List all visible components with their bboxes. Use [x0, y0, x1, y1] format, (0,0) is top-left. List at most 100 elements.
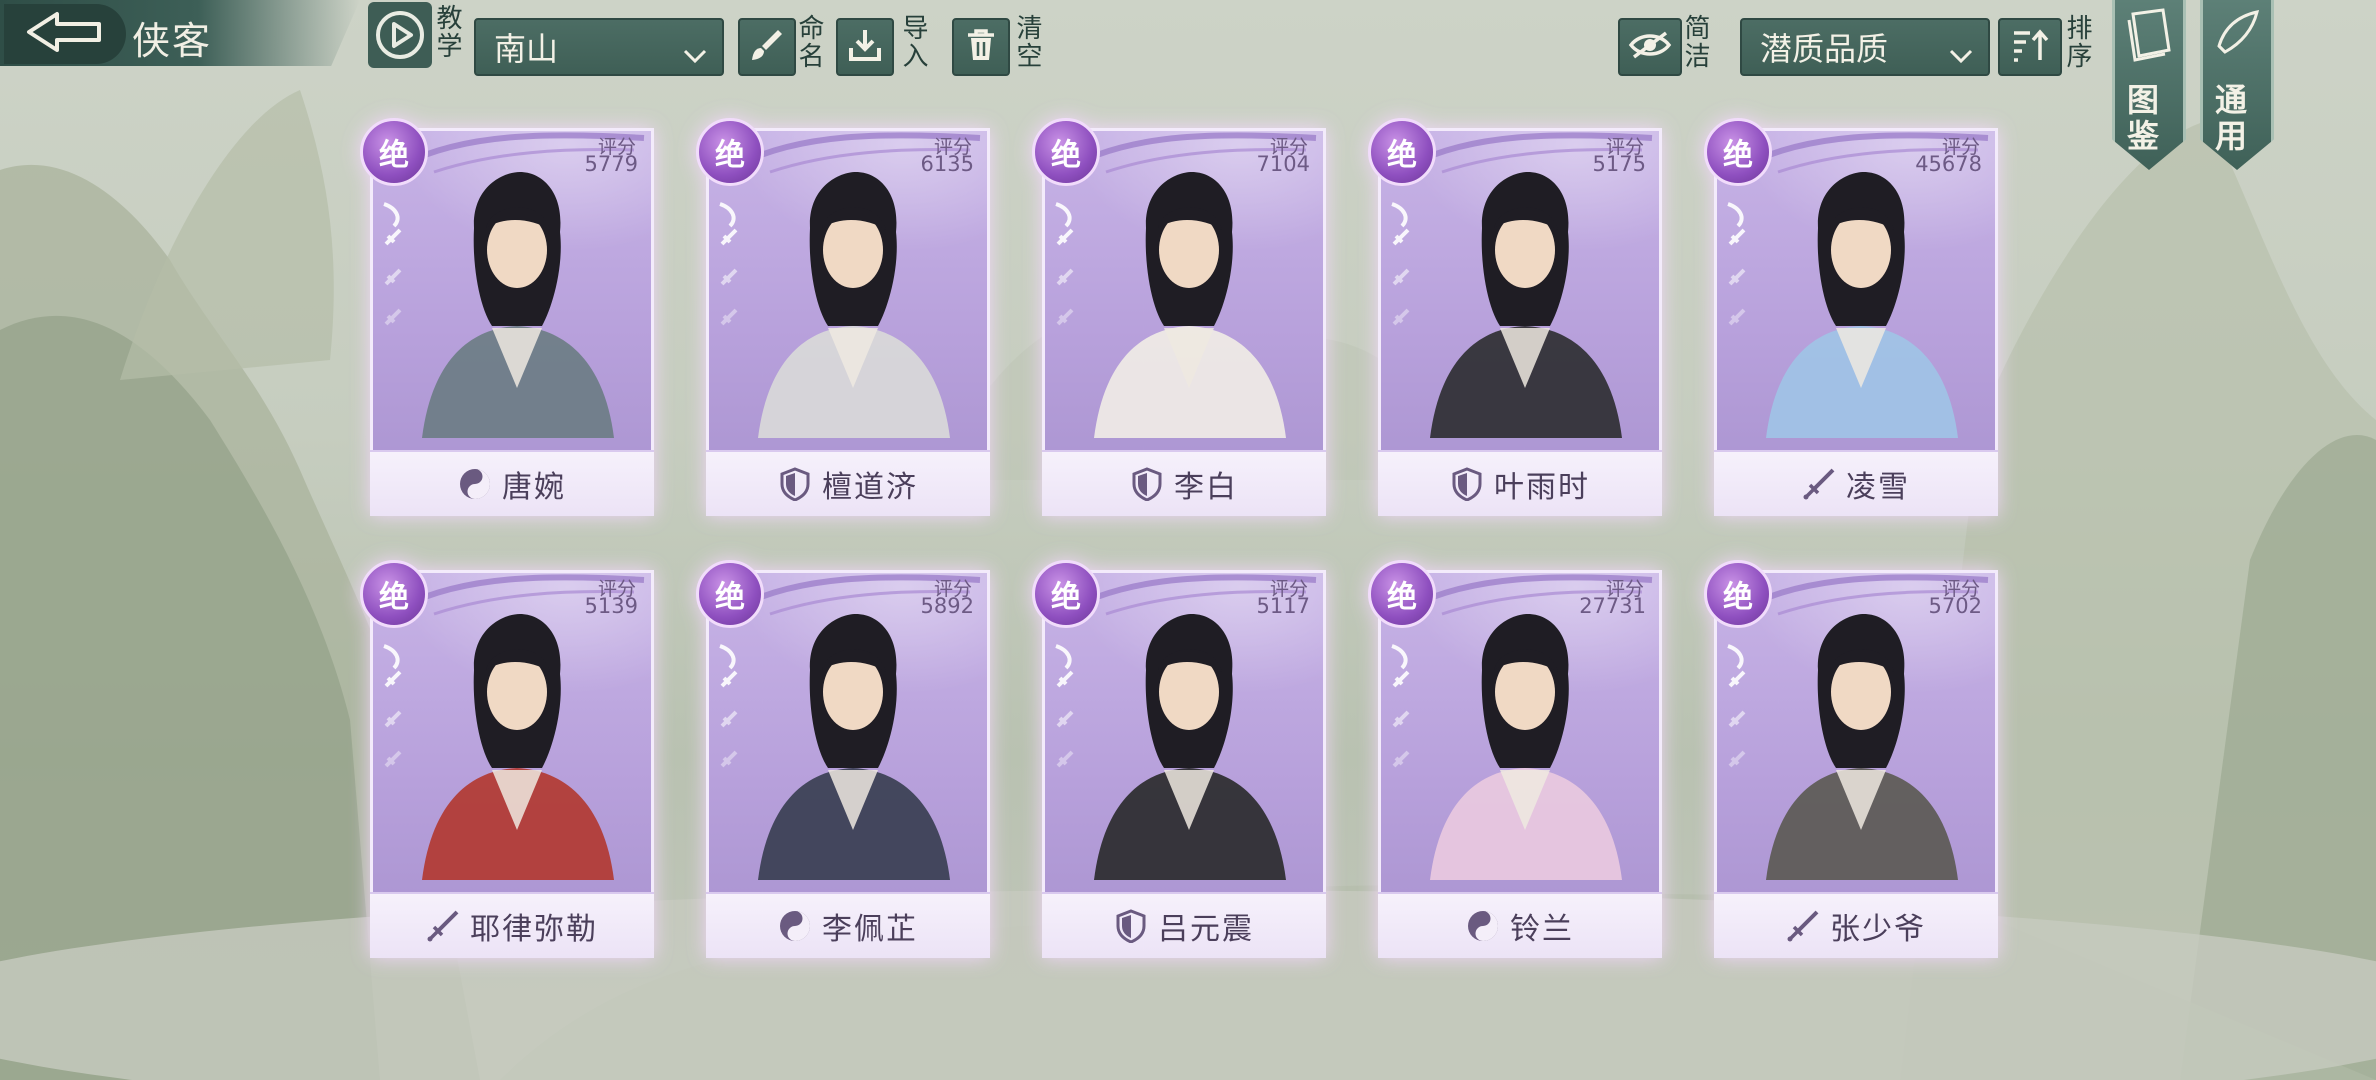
rename-label: 命名: [794, 14, 824, 70]
sort-select[interactable]: 潜质品质: [1740, 18, 1990, 76]
sort-label: 排序: [2062, 14, 2092, 70]
hero-name-bar: 唐婉: [370, 450, 654, 516]
general-banner-button[interactable]: 通用: [2200, 0, 2274, 170]
sword-rank-icon: [1055, 202, 1074, 326]
hero-portrait: [1766, 172, 1958, 438]
eye-slash-icon: [1628, 30, 1672, 64]
codex-label: 图鉴: [2127, 81, 2160, 155]
score-value: 5779: [584, 152, 638, 176]
hero-name-bar: 李白: [1042, 450, 1326, 516]
hero-portrait: [1094, 172, 1286, 438]
shield-icon: [778, 467, 812, 502]
trash-icon: [962, 26, 1000, 68]
hero-name: 凌雪: [1846, 470, 1910, 505]
hero-card[interactable]: 绝评分 5117 吕元震: [1032, 560, 1326, 958]
import-button[interactable]: [836, 18, 894, 76]
grade-badge: 绝: [360, 560, 428, 628]
codex-banner-button[interactable]: 图鉴: [2112, 0, 2186, 170]
hero-card[interactable]: 绝评分 6135 檀道济: [696, 118, 990, 516]
hero-portrait: [422, 172, 614, 438]
page-title: 侠客: [132, 19, 213, 63]
hero-name-bar: 凌雪: [1714, 450, 1998, 516]
hero-name: 李佩芷: [822, 912, 918, 947]
play-icon: [368, 2, 432, 68]
download-icon: [846, 26, 884, 68]
hero-card[interactable]: 绝评分 7104 李白: [1032, 118, 1326, 516]
hero-name: 唐婉: [502, 470, 566, 505]
hero-name-bar: 铃兰: [1378, 892, 1662, 958]
score-value: 27731: [1579, 594, 1646, 618]
hero-portrait: [1766, 614, 1958, 880]
score-value: 5175: [1592, 152, 1646, 176]
hero-name: 张少爷: [1830, 912, 1926, 947]
hero-card[interactable]: 绝评分 5139 耶律弥勒: [360, 560, 654, 958]
tutorial-button[interactable]: 教学: [368, 2, 464, 68]
score-value: 45678: [1915, 152, 1982, 176]
hero-card[interactable]: 绝评分 5779 唐婉: [360, 118, 654, 516]
taiji-icon: [778, 909, 812, 943]
sword-rank-icon: [383, 644, 402, 768]
grade-badge: 绝: [360, 118, 428, 186]
back-button[interactable]: [4, 4, 126, 64]
sword-rank-icon: [719, 202, 738, 326]
hero-name: 李白: [1174, 470, 1238, 505]
import-label: 导入: [898, 14, 928, 70]
hero-name-bar: 张少爷: [1714, 892, 1998, 958]
score-value: 5702: [1928, 594, 1982, 618]
grade-badge: 绝: [1032, 118, 1100, 186]
rename-button[interactable]: [738, 18, 796, 76]
grade-badge: 绝: [1704, 560, 1772, 628]
sort-icon: [2010, 27, 2050, 67]
hero-portrait: [1430, 614, 1622, 880]
hero-card[interactable]: 绝评分 5175 叶雨时: [1368, 118, 1662, 516]
score-value: 5139: [584, 594, 638, 618]
score-value: 6135: [920, 152, 974, 176]
shield-icon: [1130, 467, 1164, 502]
general-label: 通用: [2215, 81, 2248, 155]
sword-rank-icon: [1727, 202, 1746, 326]
hero-portrait: [758, 172, 950, 438]
hero-card[interactable]: 绝评分 27731 铃兰: [1368, 560, 1662, 958]
clear-label: 清空: [1012, 14, 1042, 70]
scroll-icon: [2213, 6, 2263, 70]
hero-name: 吕元震: [1158, 912, 1254, 947]
taiji-icon: [458, 467, 492, 501]
hero-portrait: [422, 614, 614, 880]
sword-rank-icon: [1727, 644, 1746, 768]
hero-name: 铃兰: [1510, 912, 1574, 947]
score-value: 5117: [1256, 594, 1310, 618]
book-icon: [2125, 6, 2175, 70]
sword-icon: [1786, 909, 1820, 943]
grade-badge: 绝: [1032, 560, 1100, 628]
team-select-value: 南山: [494, 30, 559, 68]
hero-name-bar: 叶雨时: [1378, 450, 1662, 516]
hero-card[interactable]: 绝评分 5702 张少爷: [1704, 560, 1998, 958]
clear-button[interactable]: [952, 18, 1010, 76]
team-select[interactable]: 南山: [474, 18, 724, 76]
taiji-icon: [1466, 909, 1500, 943]
top-bar: 侠客 教学 南山 命名 导入 清空 简洁 潜质品质 排序 图鉴 通用: [0, 0, 2376, 170]
hero-portrait: [758, 614, 950, 880]
grade-badge: 绝: [1368, 560, 1436, 628]
score-value: 5892: [920, 594, 974, 618]
hero-card[interactable]: 绝评分 45678 凌雪: [1704, 118, 1998, 516]
hero-name: 檀道济: [822, 470, 918, 505]
simple-view-button[interactable]: [1618, 18, 1682, 76]
grade-badge: 绝: [696, 560, 764, 628]
brush-icon: [748, 26, 786, 68]
hero-card[interactable]: 绝评分 5892 李佩芷: [696, 560, 990, 958]
sword-rank-icon: [383, 202, 402, 326]
chevron-down-icon: [1948, 36, 1974, 74]
sword-icon: [1802, 467, 1836, 501]
hero-name-bar: 耶律弥勒: [370, 892, 654, 958]
hero-name: 耶律弥勒: [470, 912, 598, 947]
back-arrow-icon: [25, 10, 105, 58]
sort-button[interactable]: [1998, 18, 2062, 76]
grade-badge: 绝: [696, 118, 764, 186]
sort-select-value: 潜质品质: [1760, 30, 1889, 68]
tutorial-label: 教学: [432, 4, 462, 60]
grade-badge: 绝: [1704, 118, 1772, 186]
hero-name-bar: 吕元震: [1042, 892, 1326, 958]
hero-portrait: [1094, 614, 1286, 880]
chevron-down-icon: [682, 36, 708, 74]
